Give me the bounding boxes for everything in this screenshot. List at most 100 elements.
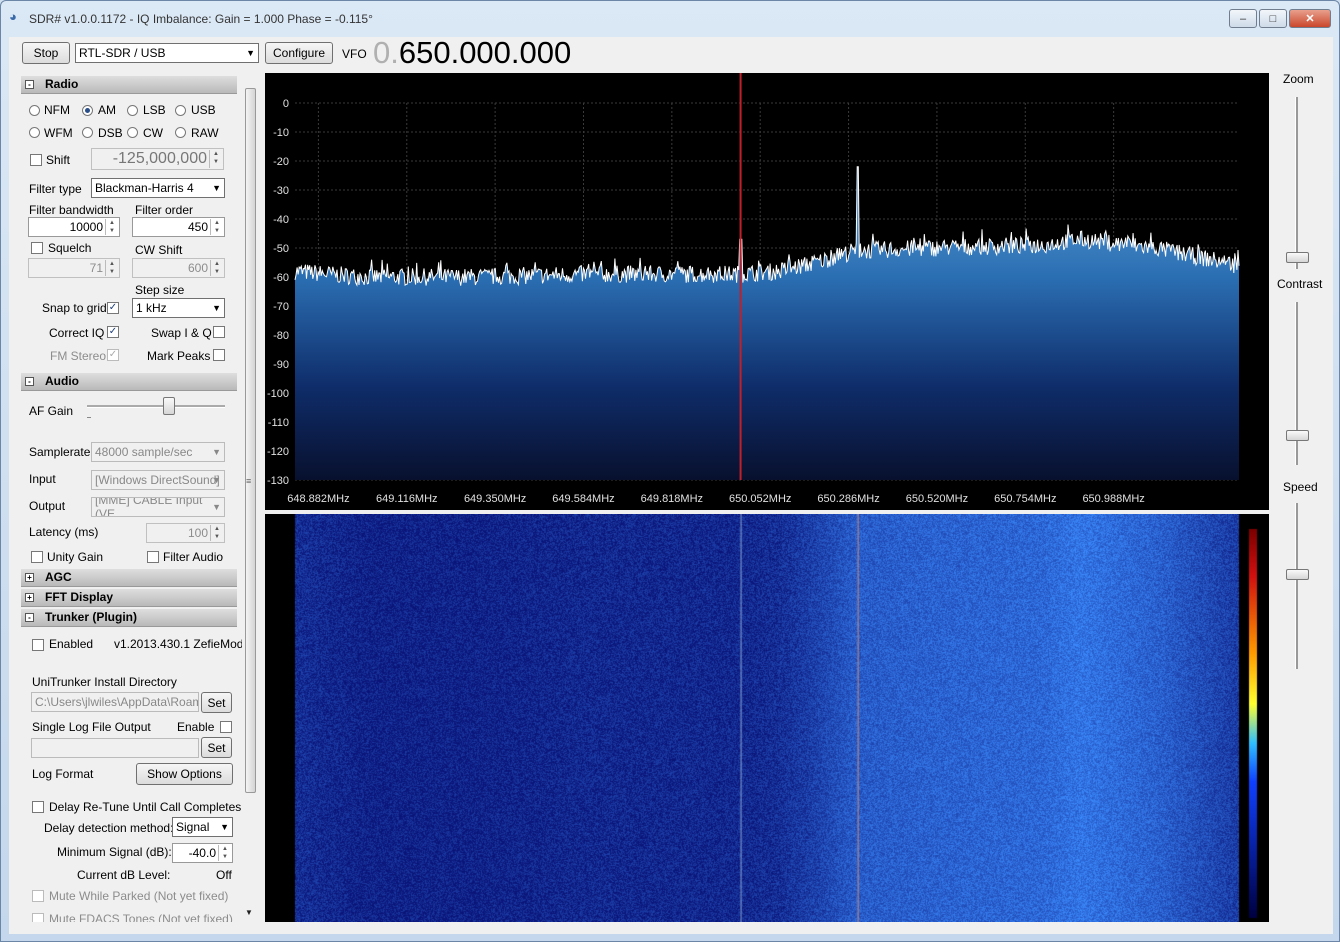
radio-nfm[interactable] [29,105,40,116]
scroll-down-icon[interactable]: ▼ [245,908,253,917]
fm-stereo-checkbox[interactable]: ✓ [107,349,119,361]
shift-checkbox[interactable] [30,154,42,166]
radio-lsb[interactable] [127,105,138,116]
spinner-arrows-icon[interactable]: ▲ ▼ [105,260,118,276]
section-fft-display[interactable]: + FFT Display [21,589,237,607]
chevron-down-icon: ▼ [212,475,221,485]
filter-type-select[interactable]: Blackman-Harris 4 ▼ [91,178,225,198]
mute-parked-checkbox[interactable] [32,890,44,902]
log-enable-checkbox[interactable] [220,721,232,733]
window-title: SDR# v1.0.0.1172 - IQ Imbalance: Gain = … [29,12,373,26]
spinner-arrows-icon[interactable]: ▲ ▼ [210,525,223,541]
latency-label: Latency (ms) [29,525,99,539]
x-tick-label: 650.052MHz [729,493,791,505]
set-dir-button[interactable]: Set [201,692,232,713]
unity-gain-checkbox[interactable] [31,551,43,563]
section-radio-title: Radio [45,77,79,91]
collapse-icon: - [25,80,34,89]
y-tick-label: -30 [273,185,289,197]
mute-fdacs-checkbox[interactable] [32,913,44,922]
spectrum-display[interactable]: 0 -10 -20 -30 -40 -50 -60 -70 -80 -90 -100 -110 -120… [265,73,1269,510]
y-tick-label: -10 [273,127,289,139]
collapse-icon: - [25,613,34,622]
radio-usb[interactable] [175,105,186,116]
zoom-slider[interactable] [1286,251,1309,263]
trunker-enabled-checkbox[interactable] [32,639,44,651]
client-area: Stop RTL-SDR / USB ▼ Configure VFO 0.650.… [9,35,1333,934]
am-label: AM [98,103,116,117]
section-agc[interactable]: + AGC [21,569,237,587]
section-radio[interactable]: - Radio [21,76,237,94]
radio-cw[interactable] [127,127,138,138]
waterfall-display[interactable] [265,514,1269,922]
unitrunker-dir-value: C:\Users\jlwiles\AppData\Roamin [35,695,199,709]
latency-value: 100 [187,526,208,540]
x-tick-label: 649.818MHz [641,493,703,505]
mark-peaks-checkbox[interactable] [213,349,225,361]
x-tick-label: 650.520MHz [906,493,968,505]
af-gain-slider[interactable] [163,397,175,415]
spinner-arrows-icon[interactable]: ▲ ▼ [210,219,223,235]
shift-input[interactable]: -125,000,000 ▲ ▼ [91,148,224,170]
latency-input[interactable]: 100 ▲ ▼ [146,523,225,543]
y-tick-label: -90 [273,359,289,371]
app-icon: ◕ [9,9,17,24]
set-log-button[interactable]: Set [201,737,232,758]
spinner-arrows-icon[interactable]: ▲ ▼ [210,260,223,276]
contrast-slider[interactable] [1286,429,1309,441]
spinner-arrows-icon[interactable]: ▲ ▼ [209,150,222,168]
output-label: Output [29,499,66,513]
y-tick-label: -80 [273,330,289,342]
x-tick-label: 649.584MHz [552,493,614,505]
left-scrollbar[interactable]: ≡ ▼ [242,76,258,924]
output-select[interactable]: [MME] CABLE Input (VE ▼ [91,497,225,517]
spinner-arrows-icon[interactable]: ▲ ▼ [218,845,231,861]
trunker-enabled-label: Enabled [49,637,94,651]
unitrunker-dir-input[interactable]: C:\Users\jlwiles\AppData\Roamin [31,692,199,712]
cw-shift-input[interactable]: 600 ▲ ▼ [132,258,225,278]
device-select[interactable]: RTL-SDR / USB ▼ [75,43,259,63]
radio-am[interactable] [82,105,93,116]
close-button[interactable]: ✕ [1289,9,1331,28]
input-select[interactable]: [Windows DirectSound] ▼ [91,470,225,490]
section-trunker[interactable]: - Trunker (Plugin) [21,609,237,627]
snap-checkbox[interactable]: ✓ [107,302,119,314]
log-file-input[interactable] [31,738,199,758]
scrollbar-thumb[interactable] [245,88,256,793]
vfo-frequency[interactable]: 0.650.000.000 [373,35,571,71]
show-options-button[interactable]: Show Options [136,763,233,785]
section-audio[interactable]: - Audio [21,373,237,391]
vfo-ghz-digit: 0. [373,35,399,70]
squelch-label: Squelch [48,241,92,255]
swap-iq-checkbox[interactable] [213,326,225,338]
speed-slider[interactable] [1286,568,1309,580]
squelch-checkbox[interactable] [31,242,43,254]
correct-iq-checkbox[interactable]: ✓ [107,326,119,338]
delay-retune-label: Delay Re-Tune Until Call Completes [49,800,242,814]
samplerate-select[interactable]: 48000 sample/sec ▼ [91,442,225,462]
y-tick-label: -130 [267,475,289,487]
filter-bandwidth-input[interactable]: 10000 ▲ ▼ [28,217,120,237]
radio-wfm[interactable] [29,127,40,138]
radio-raw[interactable] [175,127,186,138]
step-size-select[interactable]: 1 kHz ▼ [132,298,225,318]
collapse-icon: - [25,377,34,386]
min-signal-input[interactable]: -40.0 ▲ ▼ [172,843,233,863]
minimize-button[interactable]: – [1229,9,1257,28]
maximize-button[interactable]: □ [1259,9,1287,28]
samplerate-label: Samplerate [29,445,91,459]
trunker-version: v1.2013.430.1 ZefieMod [114,637,244,651]
radio-dsb[interactable] [82,127,93,138]
configure-button[interactable]: Configure [265,42,333,64]
af-gain-track [87,405,225,408]
filter-bandwidth-value: 10000 [69,220,103,234]
vfo-label: VFO [342,47,367,61]
squelch-input[interactable]: 71 ▲ ▼ [28,258,120,278]
delay-retune-checkbox[interactable] [32,801,44,813]
expand-icon: + [25,593,34,602]
spinner-arrows-icon[interactable]: ▲ ▼ [105,219,118,235]
filter-audio-checkbox[interactable] [147,551,159,563]
stop-button[interactable]: Stop [22,42,70,64]
filter-order-input[interactable]: 450 ▲ ▼ [132,217,225,237]
detection-method-select[interactable]: Signal ▼ [172,817,233,837]
